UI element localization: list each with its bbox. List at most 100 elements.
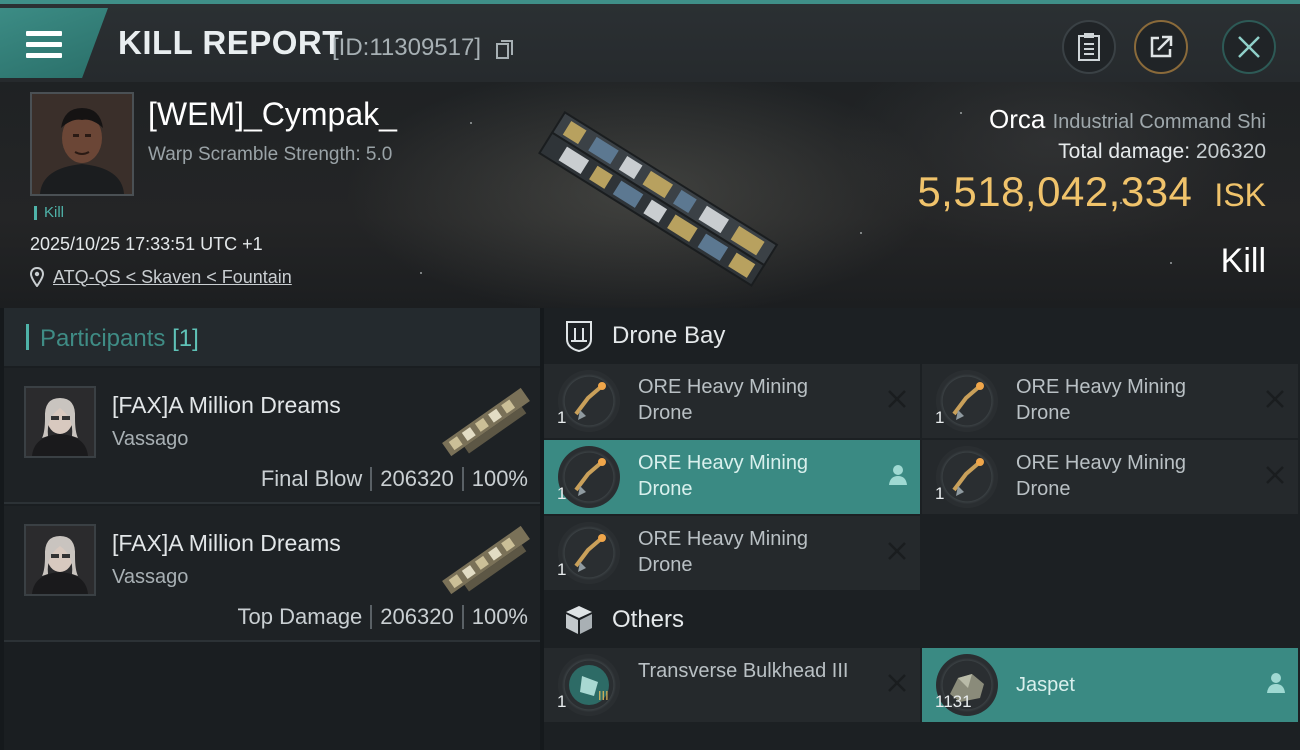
participant-damage: 206320 — [380, 466, 454, 491]
participant-row[interactable]: [FAX]A Million Dreams Vassago Final Blow… — [4, 368, 540, 504]
ship-class: Industrial Command Shi — [1052, 111, 1266, 133]
destroyed-icon — [888, 542, 906, 560]
item-name: ORE Heavy Mining Drone — [638, 528, 809, 576]
destroyed-icon — [888, 390, 906, 408]
svg-text:III: III — [598, 689, 609, 703]
item-name: Jaspet — [1016, 674, 1075, 696]
kill-datetime: 2025/10/25 17:33:51 UTC +1 — [30, 234, 263, 254]
location-text: ATQ-QS < Skaven < Fountain — [53, 266, 292, 287]
other-item[interactable]: 1131 Jaspet — [922, 648, 1298, 722]
item-name: ORE Heavy Mining Drone — [1016, 376, 1187, 424]
item-name: ORE Heavy Mining Drone — [1016, 452, 1187, 500]
others-title: Others — [612, 606, 685, 633]
isk-unit: ISK — [1214, 177, 1266, 213]
total-damage-value: 206320 — [1195, 140, 1266, 163]
participants-title: Participants [1] — [40, 325, 199, 353]
item-quantity: 1 — [557, 408, 567, 427]
mining-drone-icon — [936, 446, 998, 508]
hamburger-menu-icon — [26, 31, 62, 59]
drone-item[interactable]: 1 ORE Heavy Mining Drone — [544, 364, 920, 438]
report-button[interactable] — [1062, 20, 1116, 74]
participant-damage-percent: 100% — [471, 466, 528, 491]
isk-loss: 5,518,042,334 ISK — [917, 168, 1266, 220]
dropped-user-icon — [1267, 673, 1285, 693]
mining-drone-icon — [936, 370, 998, 432]
participants-panel: Participants [1] [FAX]A Million Dreams V… — [4, 308, 540, 750]
warp-scramble-strength: Warp Scramble Strength: 5.0 — [148, 144, 393, 165]
participant-damage: 206320 — [380, 604, 454, 629]
destroyed-icon — [888, 674, 906, 692]
isk-value: 5,518,042,334 — [917, 168, 1193, 215]
participant-name[interactable]: [FAX]A Million Dreams — [112, 392, 341, 419]
report-id: [ID:11309517] — [332, 34, 482, 61]
participant-role: Final Blow — [260, 466, 363, 491]
share-icon — [1150, 35, 1173, 58]
destroyed-icon — [1266, 466, 1284, 484]
avatar — [26, 388, 94, 456]
participant-ship-image[interactable] — [434, 512, 538, 608]
victim-banner: [WEM]_Cympak_ Warp Scramble Strength: 5.… — [0, 82, 1300, 308]
item-quantity: 1 — [557, 560, 567, 579]
drone-bay-icon — [566, 321, 592, 353]
victim-portrait[interactable] — [30, 92, 134, 196]
victim-name[interactable]: [WEM]_Cympak_ — [148, 96, 397, 133]
close-icon — [1238, 36, 1260, 58]
item-name: Transverse Bulkhead III — [638, 660, 849, 682]
bulkhead-module-icon: III — [558, 654, 620, 716]
ship-type-name: Orca — [988, 104, 1046, 134]
close-button[interactable] — [1222, 20, 1276, 74]
items-panel: Drone Bay 1 ORE Heavy Mining Drone 1 ORE… — [544, 308, 1300, 750]
header-bar: KILL REPORT [ID:11309517] — [0, 0, 1300, 82]
cargo-box-icon — [566, 606, 592, 634]
participant-stats: Final Blow 206320 100% — [261, 466, 528, 492]
item-quantity: 1 — [935, 484, 945, 503]
other-item[interactable]: III 1 Transverse Bulkhead III — [544, 648, 920, 722]
mining-drone-icon — [558, 522, 620, 584]
participant-damage-percent: 100% — [471, 604, 528, 629]
kill-tag: Kill — [34, 205, 64, 220]
ship-name[interactable]: Orca Industrial Command Shi — [989, 104, 1266, 135]
item-quantity: 1131 — [935, 692, 972, 711]
clipboard-icon — [1078, 33, 1100, 61]
participant-avatar — [24, 524, 96, 596]
participants-header[interactable]: Participants [1] — [4, 308, 540, 366]
participant-ship: Vassago — [112, 428, 189, 450]
others-header: Others — [544, 592, 1300, 648]
item-name: ORE Heavy Mining Drone — [638, 376, 809, 424]
total-damage: Total damage: 206320 — [1058, 140, 1266, 164]
participant-row[interactable]: [FAX]A Million Dreams Vassago Top Damage… — [4, 506, 540, 642]
location-pin-icon — [30, 267, 44, 287]
participant-avatar — [24, 386, 96, 458]
item-quantity: 1 — [935, 408, 945, 427]
item-name: ORE Heavy Mining Drone — [638, 452, 809, 500]
location-link[interactable]: ATQ-QS < Skaven < Fountain — [30, 266, 292, 288]
participant-name[interactable]: [FAX]A Million Dreams — [112, 530, 341, 557]
copy-icon[interactable] — [496, 40, 514, 60]
participant-ship: Vassago — [112, 566, 189, 588]
ship-image[interactable] — [510, 104, 800, 304]
avatar — [32, 94, 132, 194]
drone-item[interactable]: 1 ORE Heavy Mining Drone — [922, 364, 1298, 438]
participant-role: Top Damage — [237, 604, 363, 629]
participant-stats: Top Damage 206320 100% — [238, 604, 528, 630]
avatar — [26, 526, 94, 594]
participants-label: Participants — [40, 325, 166, 352]
mining-drone-icon — [558, 370, 620, 432]
drone-bay-title: Drone Bay — [612, 322, 726, 349]
item-quantity: 1 — [557, 484, 567, 503]
item-quantity: 1 — [557, 692, 567, 711]
participants-count: [1] — [172, 325, 199, 352]
drone-item[interactable]: 1 ORE Heavy Mining Drone — [922, 440, 1298, 514]
drone-item[interactable]: 1 ORE Heavy Mining Drone — [544, 516, 920, 590]
result-label: Kill — [1220, 242, 1266, 280]
page-title: KILL REPORT — [118, 24, 343, 61]
total-damage-label: Total damage: — [1058, 140, 1191, 163]
mining-drone-icon — [558, 446, 620, 508]
participant-ship-image[interactable] — [434, 374, 538, 470]
menu-button[interactable] — [0, 8, 108, 78]
share-button[interactable] — [1134, 20, 1188, 74]
drone-item[interactable]: 1 ORE Heavy Mining Drone — [544, 440, 920, 514]
drone-bay-header: Drone Bay — [544, 308, 1300, 364]
dropped-user-icon — [889, 465, 907, 485]
destroyed-icon — [1266, 390, 1284, 408]
